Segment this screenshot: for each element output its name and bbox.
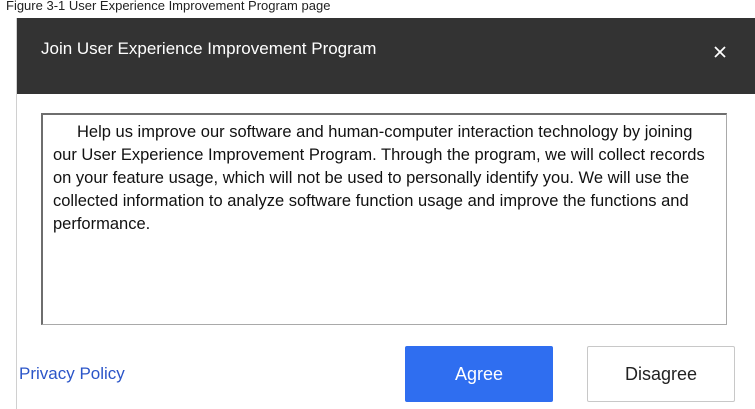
program-description-text: Help us improve our software and human-c… <box>53 123 705 233</box>
close-button[interactable] <box>710 42 730 62</box>
ux-program-dialog: Join User Experience Improvement Program… <box>16 18 755 409</box>
dialog-title: Join User Experience Improvement Program <box>41 39 377 58</box>
program-description-box[interactable]: Help us improve our software and human-c… <box>41 113 727 325</box>
privacy-policy-link[interactable]: Privacy Policy <box>19 362 125 386</box>
disagree-button[interactable]: Disagree <box>587 346 735 402</box>
agree-button[interactable]: Agree <box>405 346 553 402</box>
figure-caption-text: Figure 3-1 User Experience Improvement P… <box>6 0 331 13</box>
close-icon <box>714 46 726 58</box>
figure-caption: Figure 3-1 User Experience Improvement P… <box>0 0 755 18</box>
dialog-title-bar: Join User Experience Improvement Program <box>17 18 755 94</box>
